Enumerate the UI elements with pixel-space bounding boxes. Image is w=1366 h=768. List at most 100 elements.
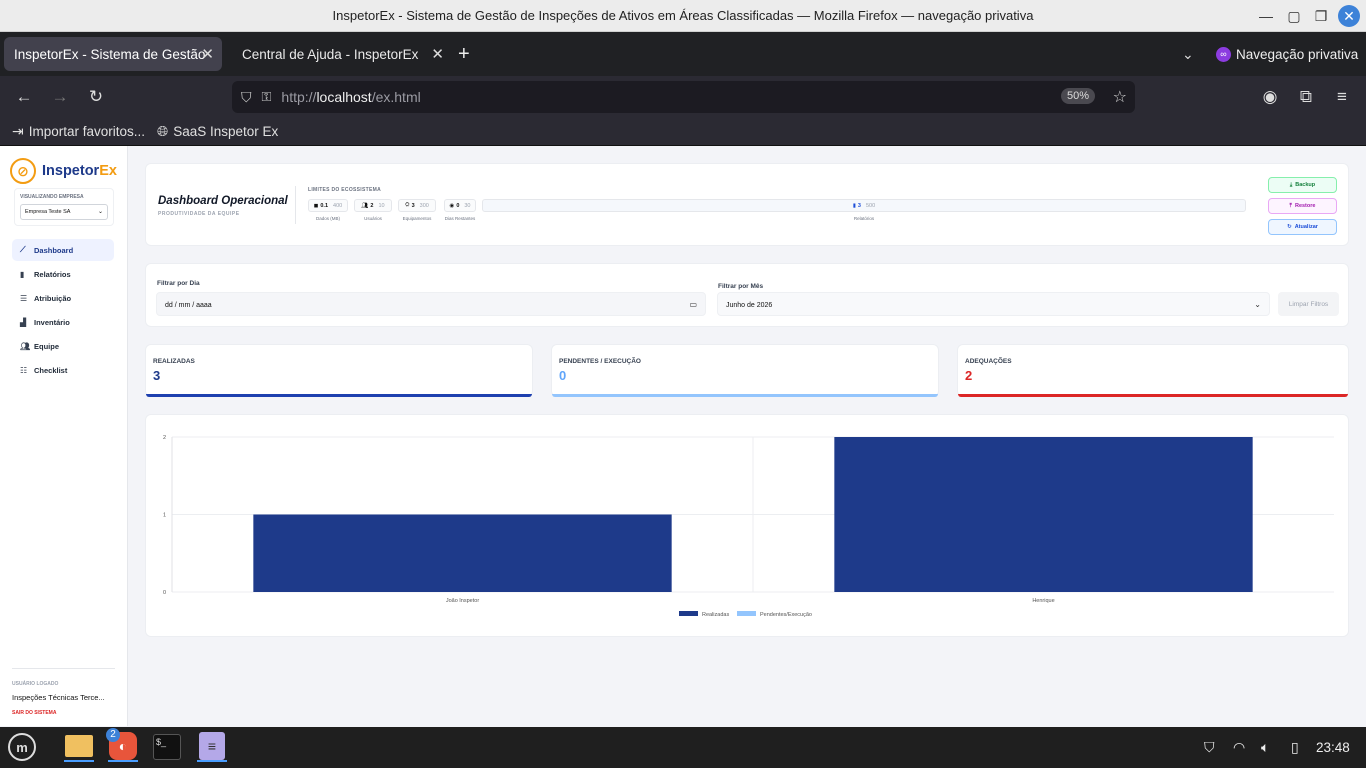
web-page: ⊘ Inspetor Ex VISUALIZANDO EMPRESA Empres… — [0, 146, 1366, 726]
bookmark-import[interactable]: ⇥ Importar favoritos... — [12, 123, 145, 140]
bookmark-saas[interactable]: 🌐︎ SaaS Inspetor Ex — [157, 123, 278, 140]
close-tab-icon[interactable]: ✕ — [201, 45, 214, 63]
limits-label: LIMITES DO ECOSSISTEMA — [308, 187, 381, 193]
sidebar-item-label: Atribuição — [34, 293, 72, 303]
back-icon[interactable]: ← — [11, 84, 37, 110]
volume-icon[interactable]: 🔈︎ — [1261, 739, 1269, 756]
x-tick-label: João Inspetor — [446, 598, 479, 604]
limit-badge: ◼ 0.1 400 — [308, 199, 348, 212]
sidebar-item-checklist[interactable]: ☷ Checklist — [12, 359, 114, 381]
stat-card-adequacoes: ADEQUAÇÕES 2 — [957, 344, 1349, 397]
company-select[interactable]: Empresa Teste SA ⌄ — [20, 204, 108, 220]
checklist-icon: ☷ — [20, 365, 28, 375]
tab-label: InspetorEx - Sistema de Gestão — [14, 46, 206, 62]
sidebar-item-inventario[interactable]: ▟ Inventário — [12, 311, 114, 333]
files-icon[interactable] — [64, 732, 94, 762]
key-icon[interactable]: ⚿ — [262, 89, 272, 105]
limit-icon: ▮ — [852, 202, 856, 209]
sidebar-item-dashboard[interactable]: ⟋ Dashboard — [12, 239, 114, 261]
limit-value: 0.1 — [320, 202, 329, 209]
url-text[interactable]: http://localhost/ex.html — [281, 89, 420, 105]
backup-button[interactable]: ⤓ Backup — [1268, 177, 1337, 193]
limit-icon: ◉ — [449, 202, 455, 209]
zoom-level[interactable]: 50% — [1060, 88, 1095, 104]
sidebar-item-atribuicao[interactable]: ☰ Atribuição — [12, 287, 114, 309]
boxes-icon: ▟ — [20, 317, 27, 327]
upload-icon: ⤒ — [1289, 202, 1292, 209]
terminal-icon[interactable]: $_ — [152, 732, 182, 762]
limit-caption: Equipamentos — [402, 216, 432, 221]
refresh-icon: ↻ — [1287, 224, 1292, 230]
legend-label: Pendentes/Execução — [760, 612, 812, 618]
private-browsing-indicator: ∞ Navegação privativa — [1216, 46, 1359, 62]
stat-label: REALIZADAS — [153, 358, 195, 365]
refresh-button[interactable]: ↻ Atualizar — [1268, 219, 1337, 235]
logout-link[interactable]: SAIR DO SISTEMA — [12, 710, 115, 716]
limit-max: 300 — [419, 202, 429, 209]
user-box: USUÁRIO LOGADO Inspeções Técnicas Terce.… — [12, 668, 115, 716]
limit-value: 3 — [411, 202, 415, 209]
extensions-icon[interactable]: ⧉ — [1293, 84, 1319, 110]
reload-icon[interactable]: ↻ — [83, 84, 109, 110]
calendar-icon[interactable]: ▭ — [689, 300, 697, 309]
bar-chart: 0 1 2 João Inspetor Henrique Realizadas Penden… — [163, 435, 1334, 618]
forward-icon[interactable]: → — [47, 84, 73, 110]
stat-card-realizadas: REALIZADAS 3 — [145, 344, 533, 397]
minimize-icon[interactable]: — — [1254, 0, 1278, 32]
url-bar[interactable]: ⛉ ⚿ http://localhost/ex.html 50% ☆ — [232, 81, 1135, 113]
y-tick-label: 0 — [163, 590, 166, 596]
day-filter-input[interactable]: dd / mm / aaaa ▭ — [156, 292, 706, 316]
users-icon: 👥︎ — [20, 341, 31, 351]
sidebar-item-label: Relatórios — [34, 269, 71, 279]
wifi-icon[interactable]: ◠ — [1233, 739, 1245, 756]
logo: ⊘ Inspetor Ex — [10, 158, 117, 184]
chart-line-icon: ⟋ — [20, 245, 26, 254]
download-icon: ⤓ — [1289, 181, 1293, 188]
month-filter-select[interactable]: Junho de 2026 ⌄ — [717, 292, 1270, 316]
sidebar-item-equipe[interactable]: 👥︎ Equipe — [12, 335, 114, 357]
stat-value: 2 — [965, 368, 973, 383]
sidebar-item-relatorios[interactable]: ▮ Relatórios — [12, 263, 114, 285]
sidebar-item-label: Inventário — [34, 317, 70, 327]
clear-filters-button[interactable]: Limpar Filtros — [1278, 292, 1339, 316]
tab-inspetorex[interactable]: InspetorEx - Sistema de Gestão ✕ — [4, 37, 222, 71]
divider — [295, 186, 296, 224]
menu-icon[interactable]: ≡ — [1329, 84, 1355, 110]
restore-icon[interactable]: ▢ — [1282, 0, 1306, 32]
y-tick-label: 2 — [163, 435, 166, 441]
nav-toolbar: ← → ↻ ⛉ ⚿ http://localhost/ex.html 50% ☆… — [0, 76, 1366, 118]
battery-icon[interactable]: ▯ — [1291, 739, 1299, 756]
firefox-icon[interactable]: ◐ 2 — [106, 728, 138, 762]
close-window-icon[interactable]: ✕ — [1338, 5, 1360, 27]
company-selector-box: VISUALIZANDO EMPRESA Empresa Teste SA ⌄ — [14, 188, 114, 226]
restore-button[interactable]: ⤒ Restore — [1268, 198, 1337, 214]
tab-help[interactable]: Central de Ajuda - InspetorEx ✕ — [232, 37, 452, 71]
globe-icon: 🌐︎ — [157, 123, 169, 139]
file-icon: ▮ — [20, 269, 25, 279]
account-icon[interactable]: ◉ — [1257, 84, 1283, 110]
stat-accent-bar — [552, 394, 938, 397]
stat-accent-bar — [958, 394, 1348, 397]
mint-menu-icon[interactable]: m — [7, 732, 37, 762]
security-shield-icon[interactable]: ⛉ — [1204, 739, 1215, 756]
import-icon: ⇥ — [12, 123, 24, 139]
bookmark-star-icon[interactable]: ☆ — [1113, 87, 1127, 107]
bookmarks-bar: ⇥ Importar favoritos... 🌐︎ SaaS Inspetor E… — [0, 118, 1366, 146]
tab-list-icon[interactable]: ⌄ — [1182, 46, 1194, 63]
sidebar: ⊘ Inspetor Ex VISUALIZANDO EMPRESA Empres… — [0, 146, 128, 726]
new-tab-icon[interactable]: + — [458, 43, 470, 66]
stat-card-pendentes: PENDENTES / EXECUÇÃO 0 — [551, 344, 939, 397]
text-editor-icon[interactable]: ≡ — [197, 732, 227, 762]
shield-icon[interactable]: ⛉ — [241, 89, 252, 106]
close-tab-icon[interactable]: ✕ — [431, 45, 444, 63]
maximize-icon[interactable]: ❐ — [1309, 0, 1333, 32]
limit-caption: Dias Restantes — [444, 216, 476, 221]
sidebar-item-label: Dashboard — [34, 245, 74, 255]
stat-value: 0 — [559, 368, 567, 383]
stat-label: PENDENTES / EXECUÇÃO — [559, 358, 641, 365]
limit-max: 500 — [865, 202, 876, 209]
private-label: Navegação privativa — [1236, 46, 1359, 62]
y-tick-label: 1 — [163, 513, 166, 519]
limit-caption: Dados (MB) — [315, 216, 340, 221]
limit-value: 3 — [857, 202, 861, 209]
